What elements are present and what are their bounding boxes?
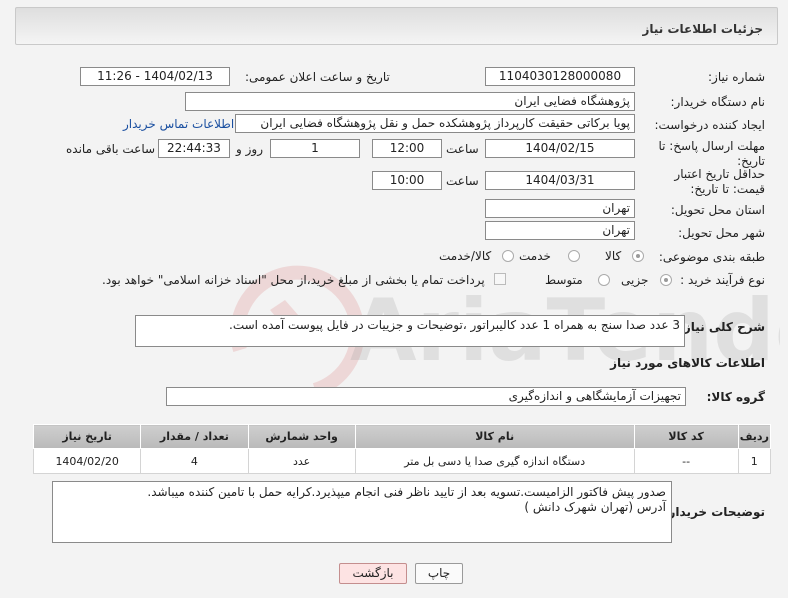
col-qty: تعداد / مقدار	[140, 424, 249, 449]
category-radio-service[interactable]	[568, 250, 580, 262]
cell-code: --	[633, 448, 739, 474]
need-number-label: شماره نیاز:	[708, 70, 765, 84]
cell-row: 1	[737, 448, 772, 474]
buyer-contact-link[interactable]: اطلاعات تماس خریدار	[123, 117, 234, 131]
table-row: 1 -- دستگاه اندازه گیری صدا یا دسی بل مت…	[32, 448, 772, 474]
goods-group-label: گروه کالا:	[706, 390, 765, 404]
buyer-notes-line-1: صدور پیش فاکتور الزامیست.تسویه بعد از تا…	[147, 485, 666, 499]
cell-unit: عدد	[247, 448, 356, 474]
city-label: شهر محل تحویل:	[678, 226, 765, 240]
buyer-notes-line-2: آدرس (تهران شهرک دانش )	[524, 500, 666, 514]
back-button[interactable]: بازگشت	[339, 563, 407, 584]
process-label: نوع فرآیند خرید :	[680, 273, 765, 287]
category-option-service: خدمت	[519, 249, 551, 263]
creator-field: پویا برکاتی حقیقت کارپرداز پژوهشکده حمل …	[235, 114, 635, 133]
province-field: تهران	[485, 199, 635, 218]
col-row: ردیف	[737, 424, 772, 449]
price-validity-date-field: 1404/03/31	[485, 171, 635, 190]
col-date: تاریخ نیاز	[32, 424, 142, 449]
category-option-goods: کالا	[605, 249, 622, 263]
need-number-field: 1104030128000080	[485, 67, 635, 86]
price-validity-time-field: 10:00	[372, 171, 442, 190]
goods-group-field: تجهیزات آزمایشگاهی و اندازه‌گیری	[166, 387, 686, 406]
buyer-org-field: پژوهشگاه فضایی ایران	[185, 92, 635, 111]
cell-name: دستگاه اندازه گیری صدا یا دسی بل متر	[354, 448, 635, 474]
description-field[interactable]: 3 عدد صدا سنج به همراه 1 عدد کالیبراتور …	[135, 315, 685, 347]
col-name: نام کالا	[354, 424, 635, 449]
remaining-label: ساعت باقی مانده	[66, 142, 156, 156]
cell-qty: 4	[140, 448, 249, 474]
page-title: جزئیات اطلاعات نیاز	[642, 22, 763, 36]
buyer-notes-field[interactable]: صدور پیش فاکتور الزامیست.تسویه بعد از تا…	[52, 481, 672, 543]
treasury-payment-checkbox[interactable]	[494, 273, 506, 285]
days-label: روز و	[236, 142, 263, 156]
remaining-time-field: 22:44:33	[158, 139, 230, 158]
category-label: طبقه بندی موضوعی:	[658, 250, 765, 264]
col-code: کد کالا	[633, 424, 739, 449]
deadline-time-field: 12:00	[372, 139, 442, 158]
category-radio-goods[interactable]	[632, 250, 644, 262]
buyer-org-label: نام دستگاه خریدار:	[670, 95, 766, 109]
creator-label: ایجاد کننده درخواست:	[654, 118, 765, 132]
deadline-date-field: 1404/02/15	[485, 139, 635, 158]
goods-table: ردیف کد کالا نام کالا واحد شمارش تعداد /…	[32, 424, 772, 474]
cell-date: 1404/02/20	[32, 448, 142, 474]
process-option-minor: جزیی	[621, 273, 649, 287]
city-field: تهران	[485, 221, 635, 240]
col-unit: واحد شمارش	[247, 424, 356, 449]
price-validity-label: حداقل تاریخ اعتبار قیمت: تا تاریخ:	[674, 167, 765, 196]
announce-field: 1404/02/13 - 11:26	[80, 67, 230, 86]
description-label: شرح کلی نیاز:	[679, 320, 765, 334]
category-option-both: کالا/خدمت	[439, 249, 492, 263]
print-button[interactable]: چاپ	[415, 563, 463, 584]
process-option-medium: متوسط	[545, 273, 583, 287]
announce-label: تاریخ و ساعت اعلان عمومی:	[245, 70, 390, 84]
process-radio-medium[interactable]	[598, 274, 610, 286]
deadline-time-label: ساعت	[446, 142, 479, 156]
header-panel: جزئیات اطلاعات نیاز	[15, 7, 778, 45]
price-validity-time-label: ساعت	[446, 174, 479, 188]
process-radio-minor[interactable]	[660, 274, 672, 286]
days-field: 1	[270, 139, 360, 158]
treasury-payment-note: پرداخت تمام یا بخشی از مبلغ خرید،از محل …	[102, 273, 485, 287]
deadline-label: مهلت ارسال پاسخ: تا تاریخ:	[658, 139, 765, 168]
goods-section-title: اطلاعات کالاهای مورد نیاز	[610, 356, 765, 370]
category-radio-both[interactable]	[502, 250, 514, 262]
buyer-notes-label: توضیحات خریدار:	[663, 505, 765, 519]
province-label: استان محل تحویل:	[670, 203, 765, 217]
